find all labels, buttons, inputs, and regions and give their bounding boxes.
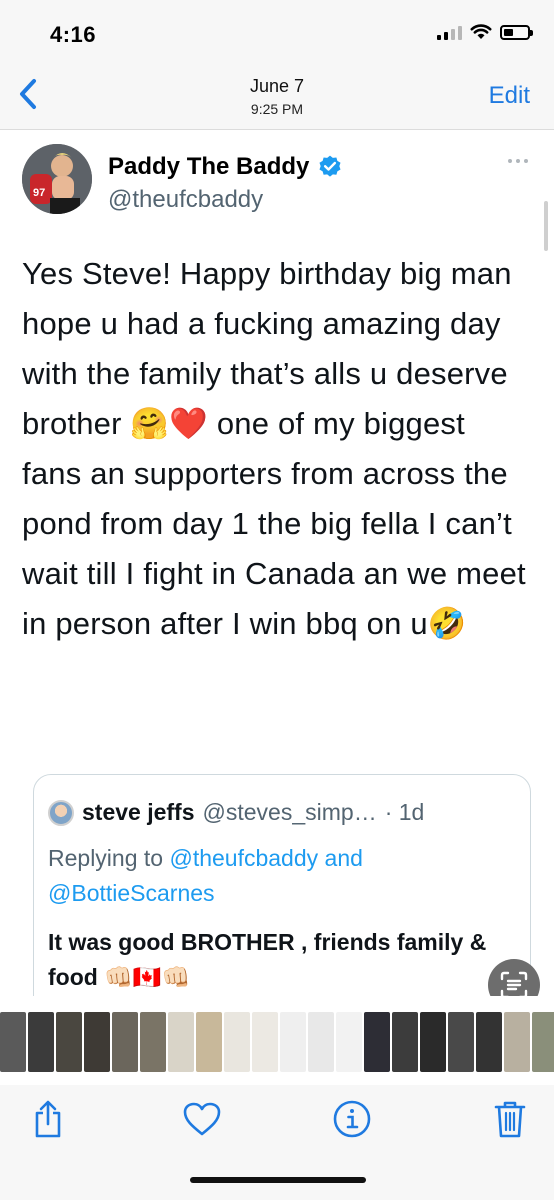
- verified-badge-icon: [319, 155, 341, 177]
- replying-to-prefix: Replying to: [48, 845, 164, 871]
- quoted-author-name: steve jeffs: [82, 799, 195, 825]
- more-icon[interactable]: [508, 159, 528, 163]
- quoted-author-avatar: [48, 799, 74, 826]
- battery-icon: [500, 24, 533, 40]
- home-indicator[interactable]: [190, 1177, 366, 1183]
- status-bar: 4:16: [0, 0, 554, 62]
- live-text-icon: [500, 971, 528, 996]
- quoted-tweet-header: steve jeffs @steves_simp… · 1d: [48, 799, 424, 826]
- photo-thumbnail[interactable]: [84, 1012, 110, 1072]
- photo-thumbnail[interactable]: [252, 1012, 278, 1072]
- reply-mention-1: @theufcbaddy: [169, 845, 319, 871]
- photo-thumbnail[interactable]: [420, 1012, 446, 1072]
- reply-mention-2: @BottieScarnes: [48, 880, 215, 906]
- quoted-author-handle: @steves_simp…: [202, 799, 377, 825]
- photo-thumbnail[interactable]: [448, 1012, 474, 1072]
- author-name: Paddy The Baddy: [108, 153, 343, 181]
- photo-date: June 7: [249, 76, 305, 96]
- photo-thumbnail[interactable]: [56, 1012, 82, 1072]
- share-button[interactable]: [26, 1097, 70, 1141]
- photo-thumbnail[interactable]: [308, 1012, 334, 1072]
- photo-viewer[interactable]: 97 Paddy The Baddy @theufcbaddy Yes Stev…: [0, 131, 554, 996]
- edit-button[interactable]: Edit: [489, 82, 530, 110]
- photo-thumbnail[interactable]: [168, 1012, 194, 1072]
- photo-thumbnail[interactable]: [476, 1012, 502, 1072]
- photo-thumbnail[interactable]: [336, 1012, 362, 1072]
- author-name-text: Paddy The Baddy: [108, 153, 310, 180]
- author-handle: @theufcbaddy: [108, 186, 264, 213]
- fighter-avatar-image: 97: [22, 144, 92, 214]
- photo-time: 9:25 PM: [250, 101, 304, 117]
- wifi-icon: [470, 24, 492, 39]
- svg-text:97: 97: [33, 187, 45, 199]
- scroll-indicator: [544, 201, 548, 251]
- tweet-text: Yes Steve! Happy birthday big man hope u…: [22, 256, 526, 641]
- photo-timestamp: June 7 9:25 PM: [0, 76, 554, 117]
- photo-thumbnail[interactable]: [140, 1012, 166, 1072]
- photo-thumbnail[interactable]: [196, 1012, 222, 1072]
- author-avatar: 97: [22, 144, 92, 214]
- photo-thumbnail[interactable]: [280, 1012, 306, 1072]
- status-icons: [437, 24, 533, 40]
- delete-button[interactable]: [488, 1097, 532, 1141]
- quoted-tweet-age: · 1d: [384, 799, 425, 825]
- heart-icon: [183, 1102, 221, 1136]
- photo-thumbnail[interactable]: [392, 1012, 418, 1072]
- quoted-tweet-card[interactable]: steve jeffs @steves_simp… · 1d Replying …: [33, 774, 531, 996]
- trash-icon: [494, 1101, 526, 1138]
- photo-thumbnail[interactable]: [28, 1012, 54, 1072]
- photo-thumbnail[interactable]: [112, 1012, 138, 1072]
- replying-to-line: Replying to @theufcbaddy and @BottieScar…: [48, 841, 518, 911]
- photo-thumbnail[interactable]: [504, 1012, 530, 1072]
- live-text-button[interactable]: [488, 959, 540, 996]
- favorite-button[interactable]: [180, 1097, 224, 1141]
- photo-thumbnail[interactable]: [0, 1012, 26, 1072]
- quoted-tweet-text: It was good BROTHER , friends family & f…: [48, 929, 487, 990]
- photo-thumbnail[interactable]: [532, 1012, 554, 1072]
- reply-and: and: [324, 845, 363, 871]
- photo-thumbnail[interactable]: [364, 1012, 390, 1072]
- info-button[interactable]: [330, 1097, 374, 1141]
- info-icon: [333, 1100, 371, 1138]
- signal-icon: [437, 24, 462, 40]
- photo-thumbnail[interactable]: [224, 1012, 250, 1072]
- thumbnail-strip[interactable]: [0, 1012, 554, 1072]
- share-icon: [35, 1100, 61, 1138]
- photo-nav-bar: June 7 9:25 PM Edit: [0, 62, 554, 130]
- status-time: 4:16: [50, 22, 97, 47]
